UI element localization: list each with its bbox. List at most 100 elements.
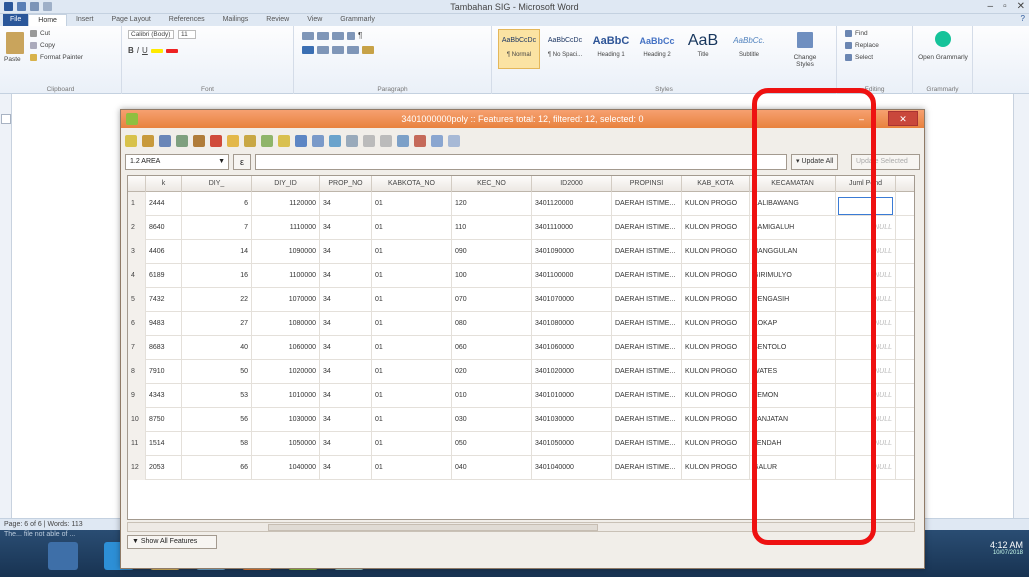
table-cell[interactable]: 27 [182, 312, 252, 336]
table-cell[interactable]: 2444 [146, 192, 182, 216]
table-cell[interactable]: KULON PROGO [682, 192, 750, 216]
row-number[interactable]: 2 [128, 216, 146, 240]
multi-edit-icon[interactable] [142, 135, 154, 147]
close-icon[interactable]: ✕ [888, 111, 918, 126]
sort-icon[interactable] [347, 31, 355, 40]
table-cell[interactable]: 01 [372, 336, 452, 360]
table-cell[interactable]: 53 [182, 384, 252, 408]
row-number[interactable]: 3 [128, 240, 146, 264]
field-selector[interactable]: 1.2 AREA ▼ [125, 154, 229, 170]
column-header[interactable]: PROP_NO [320, 176, 372, 192]
table-cell[interactable]: DAERAH ISTIME... [612, 312, 682, 336]
table-cell[interactable]: 01 [372, 192, 452, 216]
format-painter-button[interactable]: Format Painter [40, 54, 83, 61]
indent-icon[interactable] [332, 31, 344, 40]
zoom-map-icon[interactable] [346, 135, 358, 147]
table-cell[interactable]: 3401060000 [532, 336, 612, 360]
paste-button[interactable]: Paste [4, 56, 21, 63]
table-cell[interactable]: 34 [320, 360, 372, 384]
table-cell[interactable]: 34 [320, 216, 372, 240]
column-header[interactable]: KABKOTA_NO [372, 176, 452, 192]
table-cell[interactable]: 58 [182, 432, 252, 456]
table-cell[interactable]: 1110000 [252, 216, 320, 240]
table-cell[interactable]: 40 [182, 336, 252, 360]
table-cell[interactable]: DAERAH ISTIME... [612, 432, 682, 456]
close-icon[interactable]: ✕ [1017, 1, 1025, 12]
style-subtitle[interactable]: AaBbCc. Subtitle [728, 29, 770, 69]
table-cell[interactable]: 6189 [146, 264, 182, 288]
row-number[interactable]: 4 [128, 264, 146, 288]
table-cell[interactable]: 6 [182, 192, 252, 216]
move-selection-top-icon[interactable] [312, 135, 324, 147]
table-cell[interactable]: 7910 [146, 360, 182, 384]
bold-icon[interactable]: B [128, 46, 134, 55]
table-cell[interactable]: 3401120000 [532, 192, 612, 216]
copy-button[interactable]: Copy [40, 42, 55, 49]
table-cell[interactable]: 020 [452, 360, 532, 384]
word-vertical-scrollbar[interactable] [1013, 94, 1029, 518]
style-title[interactable]: AaB Title [682, 29, 724, 69]
delete-field-icon[interactable] [414, 135, 426, 147]
table-cell[interactable]: 1100000 [252, 264, 320, 288]
tab-page-layout[interactable]: Page Layout [102, 14, 159, 26]
table-cell[interactable]: 040 [452, 456, 532, 480]
column-header[interactable]: k [146, 176, 182, 192]
font-size-box[interactable]: 11 [178, 30, 196, 39]
tab-file[interactable]: File [3, 14, 29, 26]
column-header[interactable]: KEC_NO [452, 176, 532, 192]
select-button[interactable]: Select [855, 54, 873, 61]
conditional-format-icon[interactable] [448, 135, 460, 147]
save-edits-icon[interactable] [159, 135, 171, 147]
table-cell[interactable]: KULON PROGO [682, 336, 750, 360]
row-number[interactable]: 11 [128, 432, 146, 456]
table-cell[interactable]: KULON PROGO [682, 432, 750, 456]
row-number[interactable]: 6 [128, 312, 146, 336]
replace-button[interactable]: Replace [855, 42, 879, 49]
table-cell[interactable]: 090 [452, 240, 532, 264]
table-cell[interactable]: 1080000 [252, 312, 320, 336]
copy-rows-icon[interactable] [363, 135, 375, 147]
table-cell[interactable]: DAERAH ISTIME... [612, 288, 682, 312]
ruler-tab-selector[interactable] [1, 114, 11, 124]
delete-feature-icon[interactable] [210, 135, 222, 147]
toggle-editing-icon[interactable] [125, 135, 137, 147]
table-cell[interactable]: 3401020000 [532, 360, 612, 384]
tab-review[interactable]: Review [257, 14, 298, 26]
table-cell[interactable]: DAERAH ISTIME... [612, 264, 682, 288]
help-icon[interactable]: ? [1021, 14, 1025, 23]
open-grammarly-button[interactable]: Open Grammarly [917, 54, 969, 61]
reload-icon[interactable] [176, 135, 188, 147]
shading-icon[interactable] [362, 46, 374, 54]
table-cell[interactable]: KULON PROGO [682, 384, 750, 408]
table-cell[interactable]: 34 [320, 336, 372, 360]
table-cell[interactable]: 120 [452, 192, 532, 216]
change-styles-icon[interactable] [797, 32, 813, 48]
invert-selection-icon[interactable] [261, 135, 273, 147]
table-cell[interactable]: 100 [452, 264, 532, 288]
table-cell[interactable]: 1030000 [252, 408, 320, 432]
table-cell[interactable]: KULON PROGO [682, 288, 750, 312]
style-heading-1[interactable]: AaBbC Heading 1 [590, 29, 632, 69]
table-cell[interactable]: 34 [320, 432, 372, 456]
row-number[interactable]: 10 [128, 408, 146, 432]
table-cell[interactable]: 22 [182, 288, 252, 312]
expression-button[interactable]: ε [233, 154, 251, 170]
column-header[interactable]: DIY_ [182, 176, 252, 192]
table-cell[interactable]: 3401010000 [532, 384, 612, 408]
table-cell[interactable]: 1070000 [252, 288, 320, 312]
italic-icon[interactable]: I [137, 46, 139, 55]
row-number[interactable]: 5 [128, 288, 146, 312]
table-cell[interactable]: 3401050000 [532, 432, 612, 456]
table-cell[interactable]: 8750 [146, 408, 182, 432]
restore-icon[interactable]: ▫ [1003, 1, 1007, 12]
table-cell[interactable]: DAERAH ISTIME... [612, 216, 682, 240]
table-cell[interactable]: 3401070000 [532, 288, 612, 312]
select-all-icon[interactable] [244, 135, 256, 147]
table-cell[interactable]: KULON PROGO [682, 312, 750, 336]
table-cell[interactable]: 4343 [146, 384, 182, 408]
table-cell[interactable]: 7432 [146, 288, 182, 312]
align-center-icon[interactable] [317, 46, 329, 54]
table-cell[interactable]: KULON PROGO [682, 240, 750, 264]
paste-icon[interactable] [6, 32, 24, 54]
underline-icon[interactable]: U [142, 46, 148, 55]
